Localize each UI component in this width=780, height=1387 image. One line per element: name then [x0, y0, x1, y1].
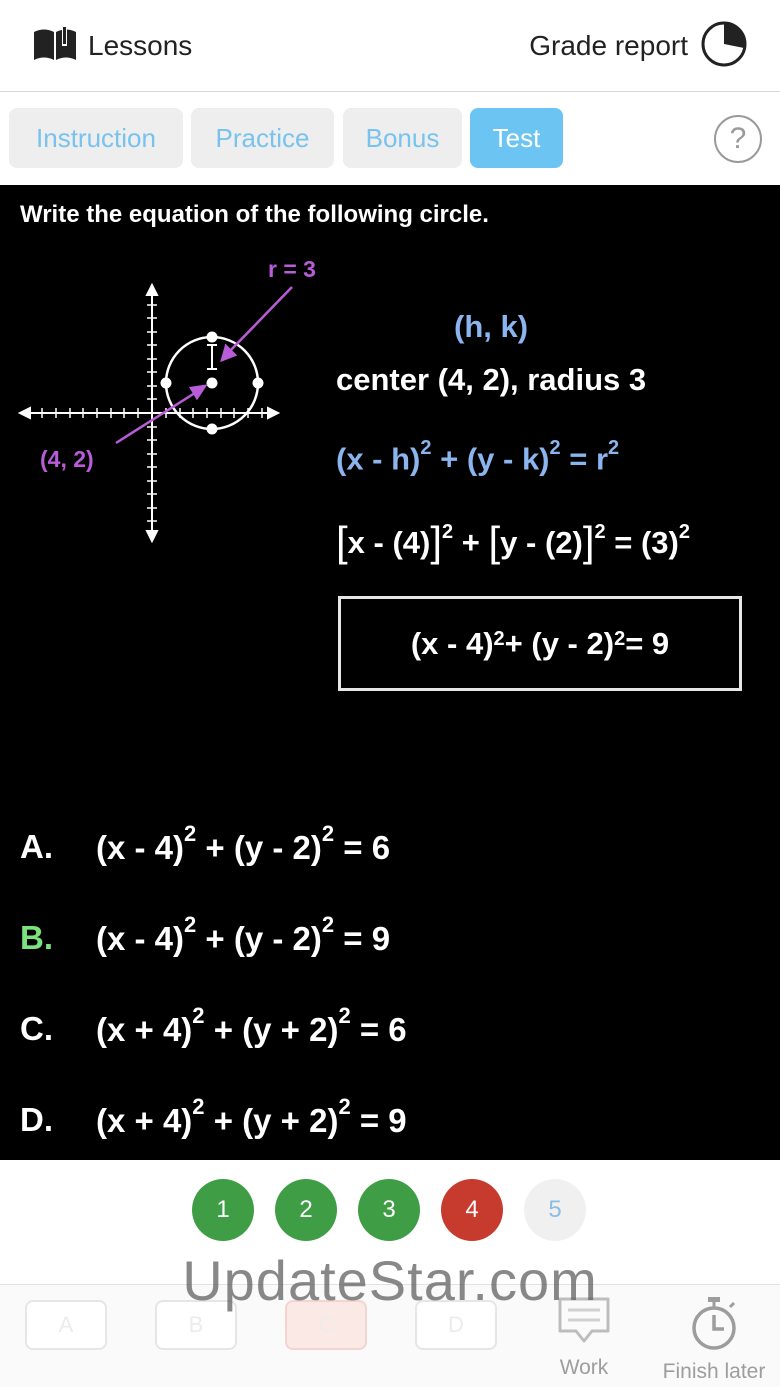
final-equation-box: (x - 4) 2 + (y - 2) 2 = 9 [338, 596, 742, 691]
choice-c[interactable]: C. (x + 4)2 + (y + 2)2 = 6 [20, 999, 407, 1059]
question-dot-4[interactable]: 4 [441, 1179, 503, 1241]
general-form-equation: (x - h)2 + (y - k)2 = r2 [336, 437, 620, 477]
tab-practice[interactable]: Practice [191, 108, 334, 168]
circle-graph: r = 3 (4, 2) [17, 256, 316, 544]
grade-report-button[interactable]: Grade report [529, 20, 748, 73]
speech-bubble-icon [556, 1295, 612, 1352]
question-dot-1[interactable]: 1 [192, 1179, 254, 1241]
choice-a[interactable]: A. (x - 4)2 + (y - 2)2 = 6 [20, 817, 390, 877]
work-label: Work [559, 1356, 609, 1379]
lessons-label: Lessons [88, 30, 193, 61]
problem-panel: Write the equation of the following circ… [0, 185, 780, 1160]
grade-report-label: Grade report [529, 30, 688, 61]
question-dot-3[interactable]: 3 [358, 1179, 420, 1241]
answer-a-button[interactable]: A [25, 1300, 107, 1350]
hk-label: (h, k) [454, 309, 529, 344]
question-dot-5[interactable]: 5 [524, 1179, 586, 1241]
question-progress: 1 2 3 4 5 [0, 1160, 780, 1270]
finish-later-label: Finish later [662, 1360, 766, 1383]
center-radius-text: center (4, 2), radius 3 [336, 362, 647, 397]
stopwatch-icon [686, 1295, 742, 1356]
top-bar: Lessons Grade report [0, 0, 780, 92]
tab-test[interactable]: Test [470, 108, 563, 168]
work-button[interactable]: Work [547, 1295, 621, 1380]
answer-b-button[interactable]: B [155, 1300, 237, 1350]
answer-d-button[interactable]: D [415, 1300, 497, 1350]
bottom-toolbar: A B C D Work Finish later [0, 1284, 780, 1387]
lessons-button[interactable]: Lessons [32, 22, 192, 70]
choice-b[interactable]: B. (x - 4)2 + (y - 2)2 = 9 [20, 908, 390, 968]
question-text: Write the equation of the following circ… [20, 201, 489, 228]
help-button[interactable]: ? [714, 115, 762, 163]
finish-later-button[interactable]: Finish later [654, 1295, 774, 1384]
section-tabs: Instruction Practice Bonus Test ? [0, 93, 780, 185]
choice-d[interactable]: D. (x + 4)2 + (y + 2)2 = 9 [20, 1090, 407, 1150]
pie-chart-icon [700, 20, 748, 73]
radius-label: r = 3 [268, 256, 316, 282]
tab-instruction[interactable]: Instruction [9, 108, 183, 168]
tab-bonus[interactable]: Bonus [343, 108, 462, 168]
question-mark-icon: ? [729, 122, 747, 155]
substituted-equation: [x - (4)]2 + [y - (2)]2 = (3)2 [336, 518, 690, 565]
question-dot-2[interactable]: 2 [275, 1179, 337, 1241]
center-point-label: (4, 2) [40, 446, 94, 472]
answer-c-button[interactable]: C [285, 1300, 367, 1350]
book-icon [32, 24, 78, 69]
